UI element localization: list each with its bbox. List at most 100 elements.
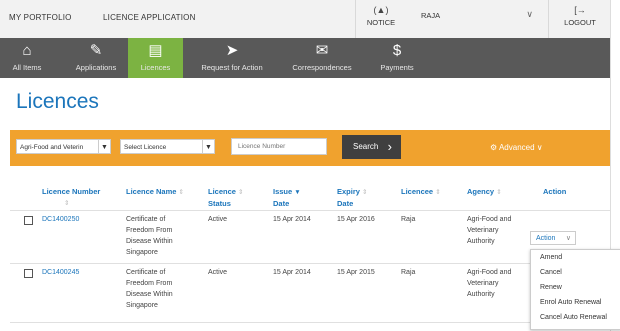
row-checkbox[interactable] <box>24 269 33 278</box>
notice-button[interactable]: (▲) NOTICE <box>355 0 406 38</box>
header-action: Action <box>543 186 566 197</box>
nav-request-for-action[interactable]: ➤ Request for Action <box>192 38 272 78</box>
filter-bar: Agri-Food and Veterin ▼ Select Licence ▼… <box>10 130 610 166</box>
licence-number-input[interactable] <box>231 138 327 155</box>
menu-item-renew[interactable]: Renew <box>531 280 620 295</box>
chevron-down-icon: ∨ <box>565 235 571 242</box>
menu-item-cancel-auto-renewal[interactable]: Cancel Auto Renewal <box>531 310 620 325</box>
action-dropdown-button[interactable]: Action ∨ <box>530 231 576 245</box>
agency-line: Agri-Food and <box>467 216 512 223</box>
expiry-date-cell: 15 Apr 2016 <box>337 216 375 223</box>
chevron-right-icon: › <box>387 139 392 154</box>
menu-item-cancel[interactable]: Cancel <box>531 265 620 280</box>
logout-button[interactable]: [→ LOGOUT <box>548 0 611 38</box>
header-label: Date <box>273 199 290 208</box>
header-label: Date <box>337 199 354 208</box>
agency-select[interactable]: Agri-Food and Veterin ▼ <box>16 139 111 154</box>
nav-payments[interactable]: $ Payments <box>372 38 422 78</box>
licencee-cell: Raja <box>401 216 416 223</box>
agency-line: Agri-Food and <box>467 269 512 276</box>
advanced-label: Advanced <box>498 143 535 152</box>
licence-application-link[interactable]: LICENCE APPLICATION <box>103 13 196 22</box>
sort-icon: ⇕ <box>64 200 70 207</box>
agency-line: Authority <box>467 238 495 245</box>
agency-line: Veterinary <box>467 280 499 287</box>
user-name: RAJA <box>421 11 441 20</box>
main-nav: ⌂ All Items ✎ Applications ▤ Licences ➤ … <box>0 38 610 78</box>
row-checkbox[interactable] <box>24 216 33 225</box>
page-title: Licences <box>16 90 99 113</box>
licence-select[interactable]: Select Licence ▼ <box>120 139 215 154</box>
agency-cell: Agri-Food and Veterinary Authority <box>467 267 511 300</box>
sort-icon: ⇕ <box>238 189 244 196</box>
nav-label: Applications <box>75 63 117 72</box>
sort-icon: ⇕ <box>178 189 184 196</box>
licence-icon: ▤ <box>148 42 163 59</box>
header-licence-name[interactable]: Licence Name ⇕ <box>126 186 184 198</box>
nav-label: Payments <box>380 63 414 72</box>
licence-number-link[interactable]: DC1400250 <box>42 214 79 225</box>
notice-bell-icon: (▲) <box>373 5 389 15</box>
nav-licences[interactable]: ▤ Licences <box>128 38 183 78</box>
issue-date-cell: 15 Apr 2014 <box>273 216 311 223</box>
agency-line: Veterinary <box>467 227 499 234</box>
header-label: Issue <box>273 187 293 196</box>
chevron-down-icon: ▼ <box>202 140 214 153</box>
search-label: Search <box>353 142 379 151</box>
search-button[interactable]: Search › <box>342 135 401 159</box>
licence-name-line: Disease Within <box>126 291 173 298</box>
header-licence-number[interactable]: Licence Number ⇕ <box>42 186 100 209</box>
header-label: Licence Number <box>42 187 101 196</box>
issue-date-cell: 15 Apr 2014 <box>273 269 311 276</box>
user-dropdown[interactable]: RAJA ∨ <box>417 7 535 29</box>
header-expiry-date[interactable]: Expiry ⇕ Date <box>337 186 367 209</box>
header-agency[interactable]: Agency ⇕ <box>467 186 502 198</box>
header-label: Licencee <box>401 187 434 196</box>
gear-icon: ⚙ <box>490 143 498 152</box>
licence-name-line: Singapore <box>126 302 158 309</box>
home-icon: ⌂ <box>22 42 32 59</box>
header-label: Licence <box>208 187 236 196</box>
expiry-date-cell: 15 Apr 2015 <box>337 269 375 276</box>
nav-applications[interactable]: ✎ Applications <box>64 38 128 78</box>
header-licence-status[interactable]: Licence ⇕ Status <box>208 186 243 209</box>
licence-name-line: Certificate of <box>126 269 166 276</box>
header-label: Expiry <box>337 187 360 196</box>
licence-name-line: Disease Within <box>126 238 173 245</box>
my-portfolio-link[interactable]: MY PORTFOLIO <box>9 13 72 22</box>
licence-name-line: Certificate of <box>126 216 166 223</box>
sort-icon: ⇕ <box>435 189 441 196</box>
row-divider <box>10 322 610 323</box>
advanced-toggle[interactable]: ⚙ Advanced ∨ <box>490 143 543 152</box>
chevron-down-icon: ▼ <box>98 140 110 153</box>
licence-number-link[interactable]: DC1400245 <box>42 267 79 278</box>
licence-name-line: Singapore <box>126 249 158 256</box>
sort-icon: ⇕ <box>362 189 368 196</box>
licence-name-line: Freedom From <box>126 227 173 234</box>
licencee-cell: Raja <box>401 269 416 276</box>
chevron-down-icon: ∨ <box>526 9 533 19</box>
agency-cell: Agri-Food and Veterinary Authority <box>467 214 511 247</box>
licence-select-value: Select Licence <box>124 144 167 151</box>
status-cell: Active <box>208 216 228 223</box>
request-icon: ➤ <box>225 42 239 59</box>
logout-icon: [→ <box>574 5 586 15</box>
header-label: Licence Name <box>126 187 177 196</box>
nav-correspondences[interactable]: ✉ Correspondences <box>272 38 372 78</box>
notice-label: NOTICE <box>366 18 396 27</box>
menu-item-amend[interactable]: Amend <box>531 250 620 265</box>
payment-icon: $ <box>392 42 402 59</box>
agency-select-value: Agri-Food and Veterin <box>20 144 84 151</box>
sort-icon: ⇕ <box>496 189 502 196</box>
status-cell: Active <box>208 269 228 276</box>
header-label: Agency <box>467 187 495 196</box>
licence-name-line: Freedom From <box>126 280 173 287</box>
pencil-icon: ✎ <box>89 42 103 59</box>
licence-name-cell: Certificate of Freedom From Disease With… <box>126 267 173 311</box>
header-issue-date[interactable]: Issue ▼ Date <box>273 186 301 209</box>
menu-item-enrol-auto-renewal[interactable]: Enrol Auto Renewal <box>531 295 620 310</box>
chevron-down-icon: ∨ <box>536 143 543 152</box>
sort-desc-icon: ▼ <box>294 189 301 196</box>
nav-all-items[interactable]: ⌂ All Items <box>0 38 54 78</box>
header-licencee[interactable]: Licencee ⇕ <box>401 186 441 198</box>
